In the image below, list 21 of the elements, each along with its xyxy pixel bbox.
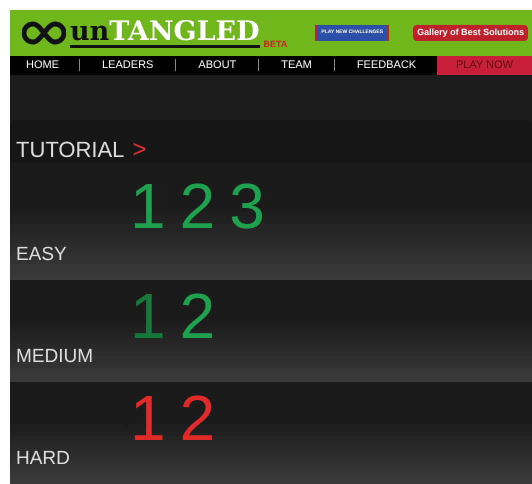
puzzle-number[interactable]: 1 — [130, 174, 166, 238]
puzzle-number[interactable]: 2 — [180, 284, 216, 348]
puzzle-number[interactable]: 2 — [180, 174, 216, 238]
nav-link[interactable]: HOME — [10, 57, 75, 74]
puzzle-number[interactable]: 3 — [229, 174, 265, 238]
level-label: EASY — [16, 245, 68, 264]
level-label: HARD — [16, 449, 71, 468]
gallery-link[interactable]: Gallery of Best Solutions — [413, 25, 528, 41]
puzzle-number[interactable]: 1 — [130, 386, 166, 450]
level-label: MEDIUM — [16, 347, 94, 366]
nav-link[interactable]: TEAM — [263, 57, 330, 74]
puzzle-number[interactable]: 1 — [130, 284, 166, 348]
infinity-logo-icon — [22, 20, 66, 45]
beta-label: BETA — [264, 38, 288, 52]
logo-text: unTANGLED — [70, 18, 260, 48]
nav-link[interactable]: LEADERS — [84, 57, 172, 74]
nav-link[interactable]: ABOUT — [180, 57, 254, 74]
chevron-icon[interactable]: > — [132, 138, 146, 162]
nav-link[interactable]: FEEDBACK — [338, 57, 434, 74]
tutorial-link[interactable]: TUTORIAL — [16, 139, 124, 161]
puzzle-number[interactable]: 2 — [180, 386, 216, 450]
